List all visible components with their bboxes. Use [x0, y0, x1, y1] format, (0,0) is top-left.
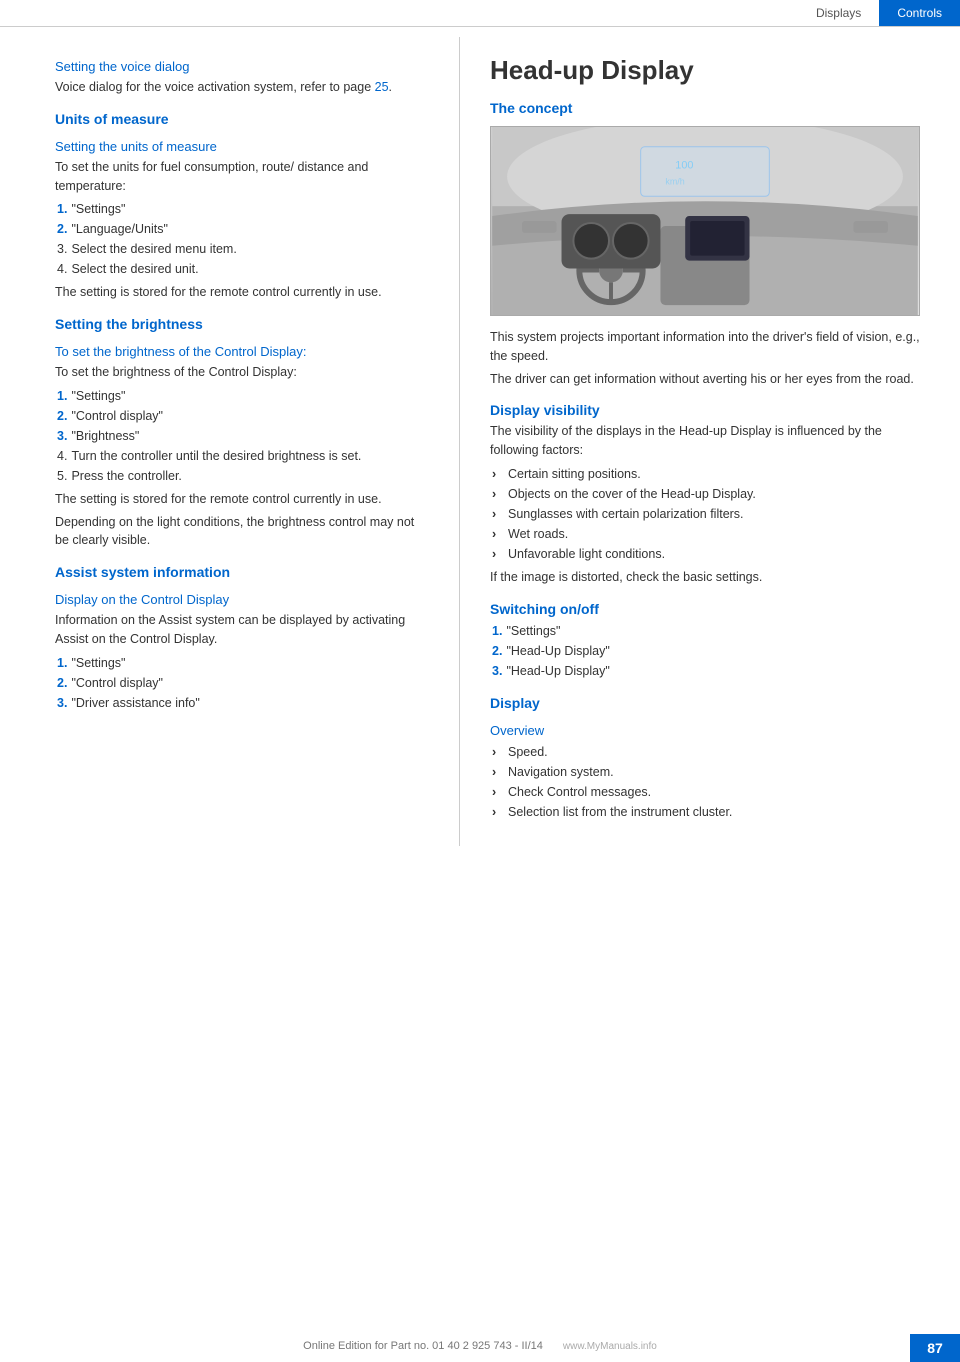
page-25-link[interactable]: 25 — [375, 80, 389, 94]
setting-units-subheading: Setting the units of measure — [55, 139, 429, 154]
switching-steps-list: 1."Settings" 2."Head-Up Display" 3."Head… — [490, 621, 930, 681]
units-stored-note: The setting is stored for the remote con… — [55, 283, 429, 302]
brightness-visibility-note: Depending on the light conditions, the b… — [55, 513, 429, 551]
overview-list: Speed. Navigation system. Check Control … — [490, 742, 930, 822]
list-item: Certain sitting positions. — [490, 464, 930, 484]
list-item: Navigation system. — [490, 762, 930, 782]
concept-body-2: The driver can get information without a… — [490, 370, 930, 389]
list-item: 1."Settings" — [55, 653, 429, 673]
setting-units-body: To set the units for fuel consumption, r… — [55, 158, 429, 196]
brightness-intro: To set the brightness of the Control Dis… — [55, 363, 429, 382]
list-item: 3."Brightness" — [55, 426, 429, 446]
voice-dialog-subheading: Setting the voice dialog — [55, 59, 429, 74]
footer-text: Online Edition for Part no. 01 40 2 925 … — [303, 1340, 543, 1352]
list-item: Objects on the cover of the Head-up Disp… — [490, 484, 930, 504]
list-item: Speed. — [490, 742, 930, 762]
list-item: 3.Select the desired menu item. — [55, 239, 429, 259]
list-item: Wet roads. — [490, 524, 930, 544]
list-item: Check Control messages. — [490, 782, 930, 802]
assist-steps-list: 1."Settings" 2."Control display" 3."Driv… — [55, 653, 429, 713]
list-item: 2."Language/Units" — [55, 219, 429, 239]
nav-displays[interactable]: Displays — [798, 0, 879, 26]
concept-body-1: This system projects important informati… — [490, 328, 930, 366]
top-nav: Displays Controls — [0, 0, 960, 27]
car-dashboard-image: 100 km/h — [490, 126, 920, 316]
list-item: 3."Driver assistance info" — [55, 693, 429, 713]
list-item: 5.Press the controller. — [55, 466, 429, 486]
voice-dialog-body: Voice dialog for the voice activation sy… — [55, 78, 429, 97]
setting-brightness-subheading: To set the brightness of the Control Dis… — [55, 344, 429, 359]
units-steps-list: 1."Settings" 2."Language/Units" 3.Select… — [55, 199, 429, 279]
units-of-measure-heading: Units of measure — [55, 111, 429, 127]
list-item: Selection list from the instrument clust… — [490, 802, 930, 822]
distorted-image-note: If the image is distorted, check the bas… — [490, 568, 930, 587]
display-control-subheading: Display on the Control Display — [55, 592, 429, 607]
list-item: 4.Select the desired unit. — [55, 259, 429, 279]
list-item: 1."Settings" — [55, 199, 429, 219]
overview-subheading: Overview — [490, 723, 930, 738]
switching-onoff-heading: Switching on/off — [490, 601, 930, 617]
concept-heading: The concept — [490, 100, 930, 116]
list-item: Sunglasses with certain polarization fil… — [490, 504, 930, 524]
list-item: 2."Head-Up Display" — [490, 641, 930, 661]
footer: Online Edition for Part no. 01 40 2 925 … — [0, 1340, 960, 1352]
display-visibility-heading: Display visibility — [490, 402, 930, 418]
brightness-steps-list: 1."Settings" 2."Control display" 3."Brig… — [55, 386, 429, 486]
list-item: 1."Settings" — [55, 386, 429, 406]
list-item: 2."Control display" — [55, 673, 429, 693]
page-title: Head-up Display — [490, 55, 930, 86]
svg-text:100: 100 — [675, 160, 693, 172]
list-item: Unfavorable light conditions. — [490, 544, 930, 564]
list-item: 1."Settings" — [490, 621, 930, 641]
page-number: 87 — [910, 1334, 960, 1362]
svg-text:km/h: km/h — [665, 176, 684, 186]
footer-watermark: www.MyManuals.info — [563, 1341, 657, 1352]
display-visibility-body: The visibility of the displays in the He… — [490, 422, 930, 460]
right-column: Head-up Display The concept — [460, 37, 960, 846]
visibility-factors-list: Certain sitting positions. Objects on th… — [490, 464, 930, 564]
list-item: 4.Turn the controller until the desired … — [55, 446, 429, 466]
main-content: Setting the voice dialog Voice dialog fo… — [0, 27, 960, 846]
list-item: 2."Control display" — [55, 406, 429, 426]
assist-info-heading: Assist system information — [55, 564, 429, 580]
brightness-heading: Setting the brightness — [55, 316, 429, 332]
nav-controls[interactable]: Controls — [879, 0, 960, 26]
display-section-heading: Display — [490, 695, 930, 711]
brightness-stored-note: The setting is stored for the remote con… — [55, 490, 429, 509]
assist-body: Information on the Assist system can be … — [55, 611, 429, 649]
list-item: 3."Head-Up Display" — [490, 661, 930, 681]
left-column: Setting the voice dialog Voice dialog fo… — [0, 37, 460, 846]
